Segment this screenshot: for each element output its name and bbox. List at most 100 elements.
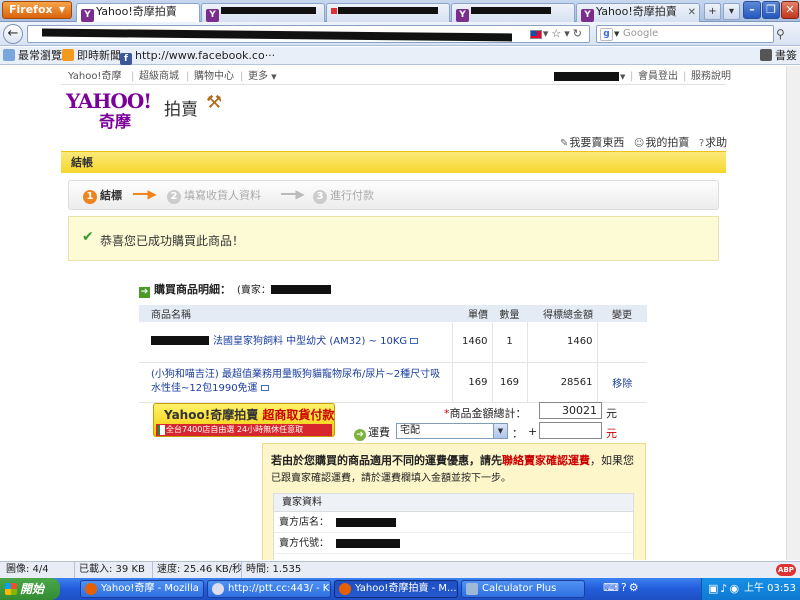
start-button[interactable]: 開始: [0, 578, 60, 600]
vertical-scrollbar[interactable]: [786, 66, 800, 560]
step-number: 1: [83, 190, 97, 204]
magnifier-icon[interactable]: ⚲: [776, 27, 785, 41]
shipping-selected: 宅配: [400, 425, 420, 436]
adblock-icon[interactable]: ABP: [776, 564, 796, 576]
store-pickup-banner[interactable]: Yahoo!奇摩拍賣 超商取貨付款 全台7400店自由選 24小時無休任意取: [153, 403, 335, 437]
language-bar[interactable]: ⌨?⚙: [603, 581, 641, 594]
item-total: 1460: [526, 322, 597, 363]
status-images: 圖像: 4/4: [6, 564, 49, 575]
redacted-username: [554, 72, 619, 81]
tab-yahoo-auction-1[interactable]: Y Yahoo!奇摩拍賣: [76, 3, 200, 22]
minimize-icon[interactable]: –: [743, 1, 761, 19]
sell-link[interactable]: ✎我要賣東西: [560, 136, 624, 149]
tab-title: Yahoo!奇摩拍賣: [596, 5, 677, 18]
clock[interactable]: 上午 03:53: [744, 578, 796, 600]
bookmark-facebook[interactable]: f http://www.facebook.co···: [120, 47, 275, 65]
start-label: 開始: [20, 582, 45, 596]
store-logo-icon: [158, 425, 165, 435]
firefox-icon: [85, 583, 97, 595]
remove-item-link[interactable]: 移除: [596, 362, 647, 403]
nav-yahoo[interactable]: Yahoo!奇摩: [68, 70, 121, 84]
search-input[interactable]: g ▼ Google: [596, 25, 774, 43]
tab-3[interactable]: [326, 3, 450, 22]
item-name-link[interactable]: (小狗和喵吉汪) 最超值業務用量販狗貓寵物尿布/尿片~2種尺寸吸水性佳~12包1…: [139, 362, 452, 403]
chevron-down-icon[interactable]: ▼: [620, 70, 625, 84]
navigation-toolbar: ← ▾☆▾↻ g ▼ Google ⚲: [0, 22, 800, 46]
column-header-total: 得標總金額: [527, 305, 597, 322]
arrow-right-icon: ➔: [354, 429, 366, 441]
close-tab-icon[interactable]: ✕: [688, 5, 696, 21]
rss-icon: [62, 49, 74, 61]
facebook-icon: f: [120, 53, 132, 65]
help-icon: ?: [620, 581, 629, 594]
help-label: 求助: [705, 136, 728, 149]
nav-more[interactable]: 更多 ▼: [248, 70, 277, 84]
shipping-fee-input[interactable]: [539, 422, 602, 439]
step-label: 結標: [100, 189, 122, 202]
status-bar: 圖像: 4/4 已載入: 39 KB 速度: 25.46 KB/秒 時間: 1.…: [0, 561, 800, 578]
column-header-name: 商品名稱: [139, 305, 452, 322]
user-links: ✎我要賣東西 ☺我的拍賣 ?求助: [560, 134, 733, 150]
details-title: 購買商品明細：: [154, 283, 231, 296]
bookmark-news[interactable]: 即時新聞: [62, 47, 121, 65]
taskbar-item-firefox-yahoo[interactable]: Yahoo!奇摩 - Mozilla ...: [80, 580, 204, 598]
help-link[interactable]: ?求助: [699, 136, 727, 149]
yahoo-favicon-icon: Y: [456, 9, 469, 22]
item-name-link[interactable]: 法國皇家狗飼料 中型幼犬 (AM32) ~ 10KG: [139, 322, 452, 363]
total-label: *商品金額總計：: [444, 405, 527, 421]
tab-2[interactable]: Y: [201, 3, 325, 22]
close-window-icon[interactable]: ✕: [781, 1, 799, 19]
separator: |: [131, 71, 135, 82]
notice-text: ，如果您: [590, 454, 634, 467]
purchase-details-heading: ➔ 購買商品明細： (賣家：: [139, 281, 331, 298]
bookmarks-menu[interactable]: 書簽: [760, 47, 797, 65]
tab-yahoo-auction-2[interactable]: Y Yahoo!奇摩拍賣 ✕: [576, 3, 700, 22]
separator: |: [186, 71, 190, 82]
shipping-method-select[interactable]: 宅配 ▼: [396, 423, 508, 439]
nav-shopping[interactable]: 購物中心: [194, 70, 234, 84]
checkout-steps: 1 結標 ━━▶ 2 填寫收貨人資料 ━━▶ 3 進行付款: [68, 180, 719, 210]
network-icon[interactable]: ▣: [708, 582, 720, 595]
taskbar-item-kkman[interactable]: http://ptt.cc:443/ - KK...: [207, 580, 331, 598]
back-button[interactable]: ←: [3, 24, 23, 44]
user-icon: ☺: [633, 138, 645, 149]
shield-icon[interactable]: ◉: [729, 582, 741, 595]
reload-icon[interactable]: ↻: [573, 27, 585, 40]
checkout-header: 結帳: [61, 151, 726, 173]
task-label: Yahoo!奇摩拍賣 - M...: [355, 583, 457, 594]
currency-label: 元: [606, 427, 617, 440]
new-tab-icon[interactable]: +: [704, 3, 721, 20]
notice-line-2: 已跟賣家確認運費，請於運費欄填入金額並按下一步。: [271, 473, 511, 484]
taskbar-item-yahoo-auction[interactable]: Yahoo!奇摩拍賣 - M...: [334, 580, 458, 598]
arrow-right-icon: ━━▶: [281, 187, 305, 201]
chevron-down-icon[interactable]: ▼: [614, 26, 619, 42]
logout-link[interactable]: 會員登出: [638, 70, 678, 84]
taiwan-flag-icon: [530, 30, 542, 39]
shipping-colon: ：: [512, 427, 523, 440]
url-bar[interactable]: ▾☆▾↻: [27, 25, 590, 43]
tab-4[interactable]: Y: [451, 3, 575, 22]
dropdown-icon[interactable]: ▾: [564, 27, 573, 40]
star-icon[interactable]: ☆: [551, 27, 564, 40]
tab-list-icon[interactable]: ▾: [723, 3, 740, 20]
yahoo-auction-logo[interactable]: YAHOO! 奇摩 拍賣 ⚒: [66, 89, 226, 131]
checkmark-icon: ✔: [82, 229, 94, 245]
bookmark-label: 即時新聞: [77, 49, 121, 62]
calculator-icon: [466, 583, 478, 595]
help-service-link[interactable]: 服務說明: [691, 70, 731, 84]
page-content: Yahoo!奇摩 | 超級商城 | 購物中心 | 更多 ▼ ▼ | 會員登出 |…: [0, 66, 800, 560]
redacted-url: [42, 28, 512, 42]
sell-icon: ✎: [560, 138, 569, 149]
bookmark-most-visited[interactable]: 最常瀏覽: [3, 47, 62, 65]
windows-taskbar: 開始 Yahoo!奇摩 - Mozilla ... http://ptt.cc:…: [0, 578, 800, 600]
separator: |: [630, 71, 634, 82]
my-auction-link[interactable]: ☺我的拍賣: [634, 136, 689, 149]
nav-supermall[interactable]: 超級商城: [139, 70, 179, 84]
restore-icon[interactable]: ❐: [762, 1, 780, 19]
contact-seller-link[interactable]: 聯絡賣家確認運費: [502, 454, 590, 467]
taskbar-item-calculator[interactable]: Calculator Plus: [461, 580, 585, 598]
step-number: 2: [167, 190, 181, 204]
firefox-menu-button[interactable]: Firefox ▼: [2, 1, 72, 19]
item-action: [596, 322, 647, 363]
chevron-down-icon: ▼: [58, 5, 65, 14]
